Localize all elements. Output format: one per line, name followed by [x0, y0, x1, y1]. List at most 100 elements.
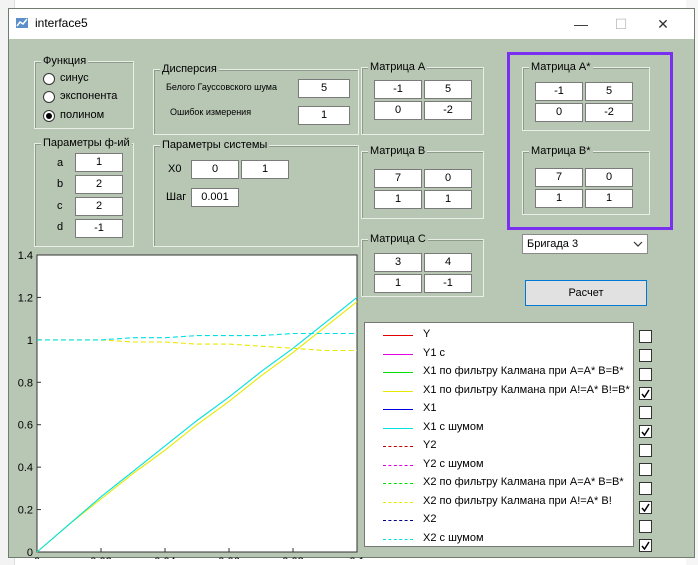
step-input[interactable]: 0.001: [191, 188, 239, 207]
legend-label: X1 с шумом: [423, 420, 484, 433]
series-checkbox[interactable]: [639, 520, 652, 533]
close-icon: ✕: [657, 16, 669, 32]
legend-item: Y2: [365, 439, 633, 455]
matrix-c-cell-12[interactable]: 4: [424, 253, 472, 272]
matrix-b-star-cell-22[interactable]: 1: [585, 189, 633, 208]
series-checkbox[interactable]: [639, 368, 652, 381]
matrix-a-title: Матрица A: [368, 61, 428, 73]
brigade-select[interactable]: Бригада 3: [522, 234, 648, 254]
matrix-c-title: Матрица C: [368, 233, 428, 245]
matrix-b-star-title: Матрица B*: [529, 145, 593, 157]
matrix-a-cell-11[interactable]: -1: [374, 80, 422, 99]
legend-label: Y2 с шумом: [423, 457, 484, 470]
radio-exponent-label: экспонента: [60, 90, 118, 102]
matrix-a-star-cell-11[interactable]: -1: [535, 82, 583, 101]
legend-swatch: [383, 335, 413, 336]
y-tick-label: 0.2: [18, 505, 33, 517]
matrix-b-star-cell-21[interactable]: 1: [535, 189, 583, 208]
param-d-input[interactable]: -1: [75, 219, 123, 238]
matrix-a-star-cell-22[interactable]: -2: [585, 103, 633, 122]
white-noise-label: Белого Гауссовского шума: [166, 82, 277, 92]
legend-label: X2: [423, 513, 437, 525]
legend-label: X1 по фильтру Калмана при A!=A* B!=B*: [423, 383, 630, 396]
function-params-title: Параметры ф-ий: [41, 137, 132, 149]
series-checkbox[interactable]: [639, 539, 652, 552]
matrix-a-cell-12[interactable]: 5: [424, 80, 472, 99]
matrix-c-cell-11[interactable]: 3: [374, 253, 422, 272]
param-b-input[interactable]: 2: [75, 175, 123, 194]
check-icon: [641, 427, 650, 437]
legend-item: X2 по фильтру Калмана при A!=A* B!: [365, 495, 633, 511]
param-b-label: b: [57, 178, 64, 190]
check-icon: [641, 389, 650, 399]
matrix-a-star-title: Матрица A*: [529, 61, 593, 73]
y-tick-label: 1: [27, 335, 33, 347]
measurement-error-input[interactable]: 1: [298, 106, 350, 125]
maximize-button[interactable]: ☐: [609, 14, 633, 34]
window-title: interface5: [35, 16, 88, 30]
legend-label: X2 по фильтру Калмана при A!=A* B!: [423, 494, 612, 507]
brigade-select-value: Бригада 3: [527, 238, 579, 250]
matrix-a-cell-21[interactable]: 0: [374, 101, 422, 120]
plot-axes-box: [36, 254, 358, 553]
legend-item: Y1 с: [365, 347, 633, 363]
dispersion-title: Дисперсия: [160, 63, 219, 75]
legend-box: Y Y1 с X1 по фильтру Калмана при A=A* B=B*…: [364, 322, 634, 547]
matlab-app-icon: [15, 16, 29, 30]
close-button[interactable]: ✕: [651, 14, 675, 34]
series-checkbox[interactable]: [639, 425, 652, 438]
param-c-input[interactable]: 2: [75, 197, 123, 216]
series-checkbox[interactable]: [639, 444, 652, 457]
background-bottom: [0, 557, 698, 565]
matrix-b-cell-22[interactable]: 1: [424, 190, 472, 209]
legend-swatch: [383, 464, 413, 466]
series-checkbox[interactable]: [639, 349, 652, 362]
app-window: interface5 — ☐ ✕ Функция синус экспонент…: [8, 8, 695, 559]
minimize-icon: —: [574, 16, 588, 32]
param-a-input[interactable]: 1: [75, 153, 123, 172]
matrix-a-star-cell-21[interactable]: 0: [535, 103, 583, 122]
legend-swatch: [383, 483, 413, 484]
calculate-button[interactable]: Расчет: [525, 280, 647, 306]
matrix-b-star-group: Матрица B* 7 0 1 1: [522, 145, 650, 215]
legend-swatch: [383, 427, 413, 429]
legend-swatch: [383, 446, 413, 447]
series-checkbox[interactable]: [639, 463, 652, 476]
minimize-button[interactable]: —: [569, 14, 593, 34]
radio-polynom[interactable]: [43, 110, 55, 122]
plot-area: 00.20.40.60.811.21.400.020.040.060.080.1: [18, 250, 364, 559]
matrix-c-cell-22[interactable]: -1: [424, 274, 472, 293]
matrix-a-cell-22[interactable]: -2: [424, 101, 472, 120]
radio-polynom-label: полином: [60, 109, 105, 121]
function-group-title: Функция: [41, 55, 89, 67]
series-checkbox[interactable]: [639, 387, 652, 400]
legend-label: X1: [423, 402, 437, 414]
series-checkbox[interactable]: [639, 330, 652, 343]
white-noise-input[interactable]: 5: [298, 79, 350, 98]
radio-exponent[interactable]: [43, 91, 55, 103]
y-tick-label: 0.8: [18, 377, 33, 389]
system-params-group: Параметры системы X0 0 1 Шаг 0.001: [153, 139, 359, 247]
matrix-c-group: Матрица C 3 4 1 -1: [361, 233, 484, 297]
matrix-b-star-cell-12[interactable]: 0: [585, 168, 633, 187]
matrix-b-star-cell-11[interactable]: 7: [535, 168, 583, 187]
series-checkbox[interactable]: [639, 406, 652, 419]
function-params-group: Параметры ф-ий a 1 b 2 c 2 d -1: [34, 137, 134, 247]
legend-swatch: [383, 353, 413, 355]
matrix-b-cell-21[interactable]: 1: [374, 190, 422, 209]
matrix-b-cell-12[interactable]: 0: [424, 169, 472, 188]
series-checkbox[interactable]: [639, 482, 652, 495]
maximize-icon: ☐: [614, 16, 628, 32]
matrix-c-cell-21[interactable]: 1: [374, 274, 422, 293]
matrix-b-cell-11[interactable]: 7: [374, 169, 422, 188]
matrix-a-star-cell-12[interactable]: 5: [585, 82, 633, 101]
dispersion-group: Дисперсия Белого Гауссовского шума 5 Оши…: [153, 63, 359, 135]
radio-sine[interactable]: [43, 73, 55, 85]
param-a-label: a: [57, 157, 64, 169]
y-tick-label: 1.2: [18, 292, 33, 304]
x0-input-1[interactable]: 0: [191, 160, 239, 179]
matrix-b-title: Матрица B: [368, 145, 428, 157]
legend-label: Y2: [423, 439, 437, 451]
series-checkbox[interactable]: [639, 501, 652, 514]
x0-input-2[interactable]: 1: [241, 160, 289, 179]
